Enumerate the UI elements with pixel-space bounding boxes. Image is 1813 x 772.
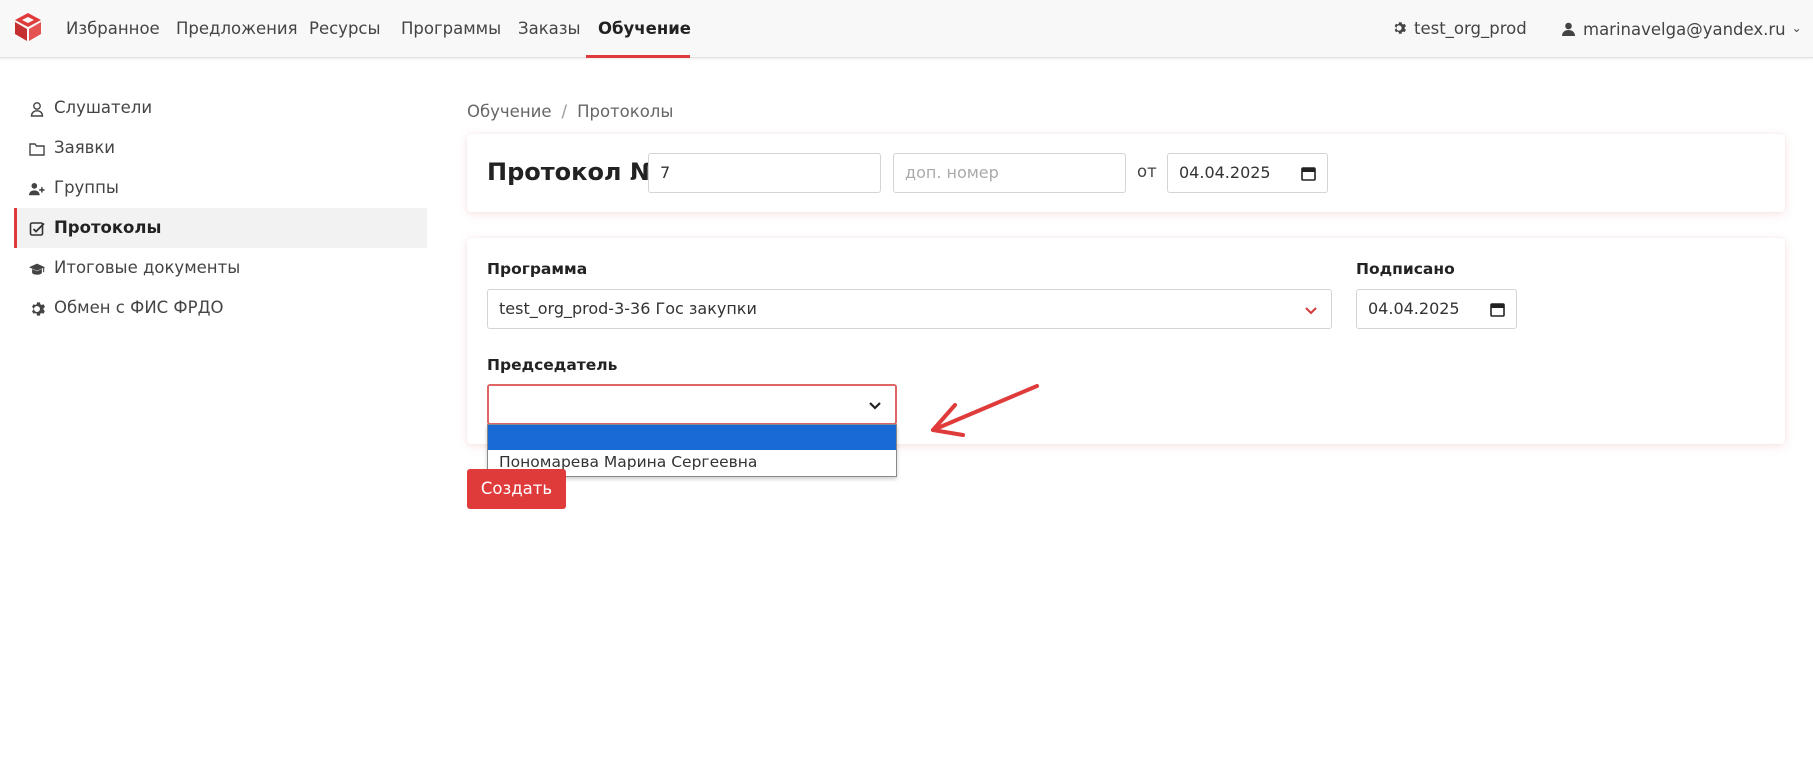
nav-item-programs[interactable]: Программы [401,0,501,58]
protocol-date-input[interactable]: 04.04.2025 [1167,153,1328,193]
sidebar-item-applications[interactable]: Заявки [14,128,427,168]
active-nav-indicator [586,55,690,58]
signed-date-value: 04.04.2025 [1368,299,1460,318]
nav-item-favorites[interactable]: Избранное [66,0,160,58]
sidebar-item-label: Итоговые документы [54,258,241,277]
nav-item-offers[interactable]: Предложения [176,0,298,58]
sidebar-item-fis-frdo[interactable]: Обмен с ФИС ФРДО [14,288,427,328]
user-email: marinavelga@yandex.ru [1583,20,1786,39]
org-name: test_org_prod [1414,19,1527,38]
nav-item-resources[interactable]: Ресурсы [309,0,381,58]
program-select[interactable]: test_org_prod-3-36 Гос закупки [487,289,1332,329]
signed-label: Подписано [1356,260,1455,278]
breadcrumb-current: Протоколы [577,102,674,121]
breadcrumb-root[interactable]: Обучение [467,102,552,121]
chairman-select[interactable] [487,384,897,425]
sidebar-item-final-documents[interactable]: Итоговые документы [14,248,427,288]
nav-item-orders[interactable]: Заказы [518,0,581,58]
folder-icon [29,143,45,156]
chevron-down-icon [869,402,881,410]
signed-date-input[interactable]: 04.04.2025 [1356,289,1517,329]
program-select-value: test_org_prod-3-36 Гос закупки [499,299,757,318]
sidebar-item-label: Обмен с ФИС ФРДО [54,298,224,317]
dropdown-option-empty[interactable] [488,425,896,450]
gear-icon [32,302,45,316]
nav-item-training[interactable]: Обучение [598,0,691,58]
chairman-label: Председатель [487,356,618,374]
graduation-cap-icon [29,263,45,275]
date-from-label: от [1137,162,1157,181]
user-plus-icon [29,183,45,196]
top-navbar: Избранное Предложения Ресурсы Программы … [0,0,1813,58]
extra-number-input[interactable]: доп. номер [893,153,1126,193]
user-menu[interactable]: marinavelga@yandex.ru ⌄ [1562,0,1802,58]
breadcrumb: Обучение / Протоколы [467,102,673,121]
sidebar-item-label: Группы [54,178,119,197]
org-selector[interactable]: test_org_prod [1392,0,1527,58]
sidebar-item-label: Заявки [54,138,116,157]
protocol-date-value: 04.04.2025 [1179,163,1271,182]
sidebar-item-label: Слушатели [54,98,153,117]
page-title: Протокол № [487,158,659,186]
sidebar-item-groups[interactable]: Группы [14,168,427,208]
sidebar-item-listeners[interactable]: Слушатели [14,88,427,128]
sidebar-item-protocols[interactable]: Протоколы [14,208,427,248]
logo-icon[interactable] [12,11,44,43]
chevron-down-icon: ⌄ [1791,21,1802,35]
create-button[interactable]: Создать [467,469,566,509]
calendar-icon[interactable] [1301,166,1316,181]
check-square-icon [29,222,45,236]
annotation-arrow-icon [931,384,1039,437]
sidebar-item-label: Протоколы [54,218,162,237]
calendar-icon[interactable] [1490,302,1505,317]
gear-icon [1394,22,1406,34]
user-icon [30,102,44,117]
extra-number-placeholder: доп. номер [905,163,999,182]
chevron-down-icon [1305,307,1317,315]
program-label: Программа [487,260,588,278]
protocol-number-input[interactable]: 7 [648,153,881,193]
breadcrumb-separator: / [561,102,568,121]
protocol-number-value: 7 [660,163,671,182]
user-icon [1562,22,1575,36]
